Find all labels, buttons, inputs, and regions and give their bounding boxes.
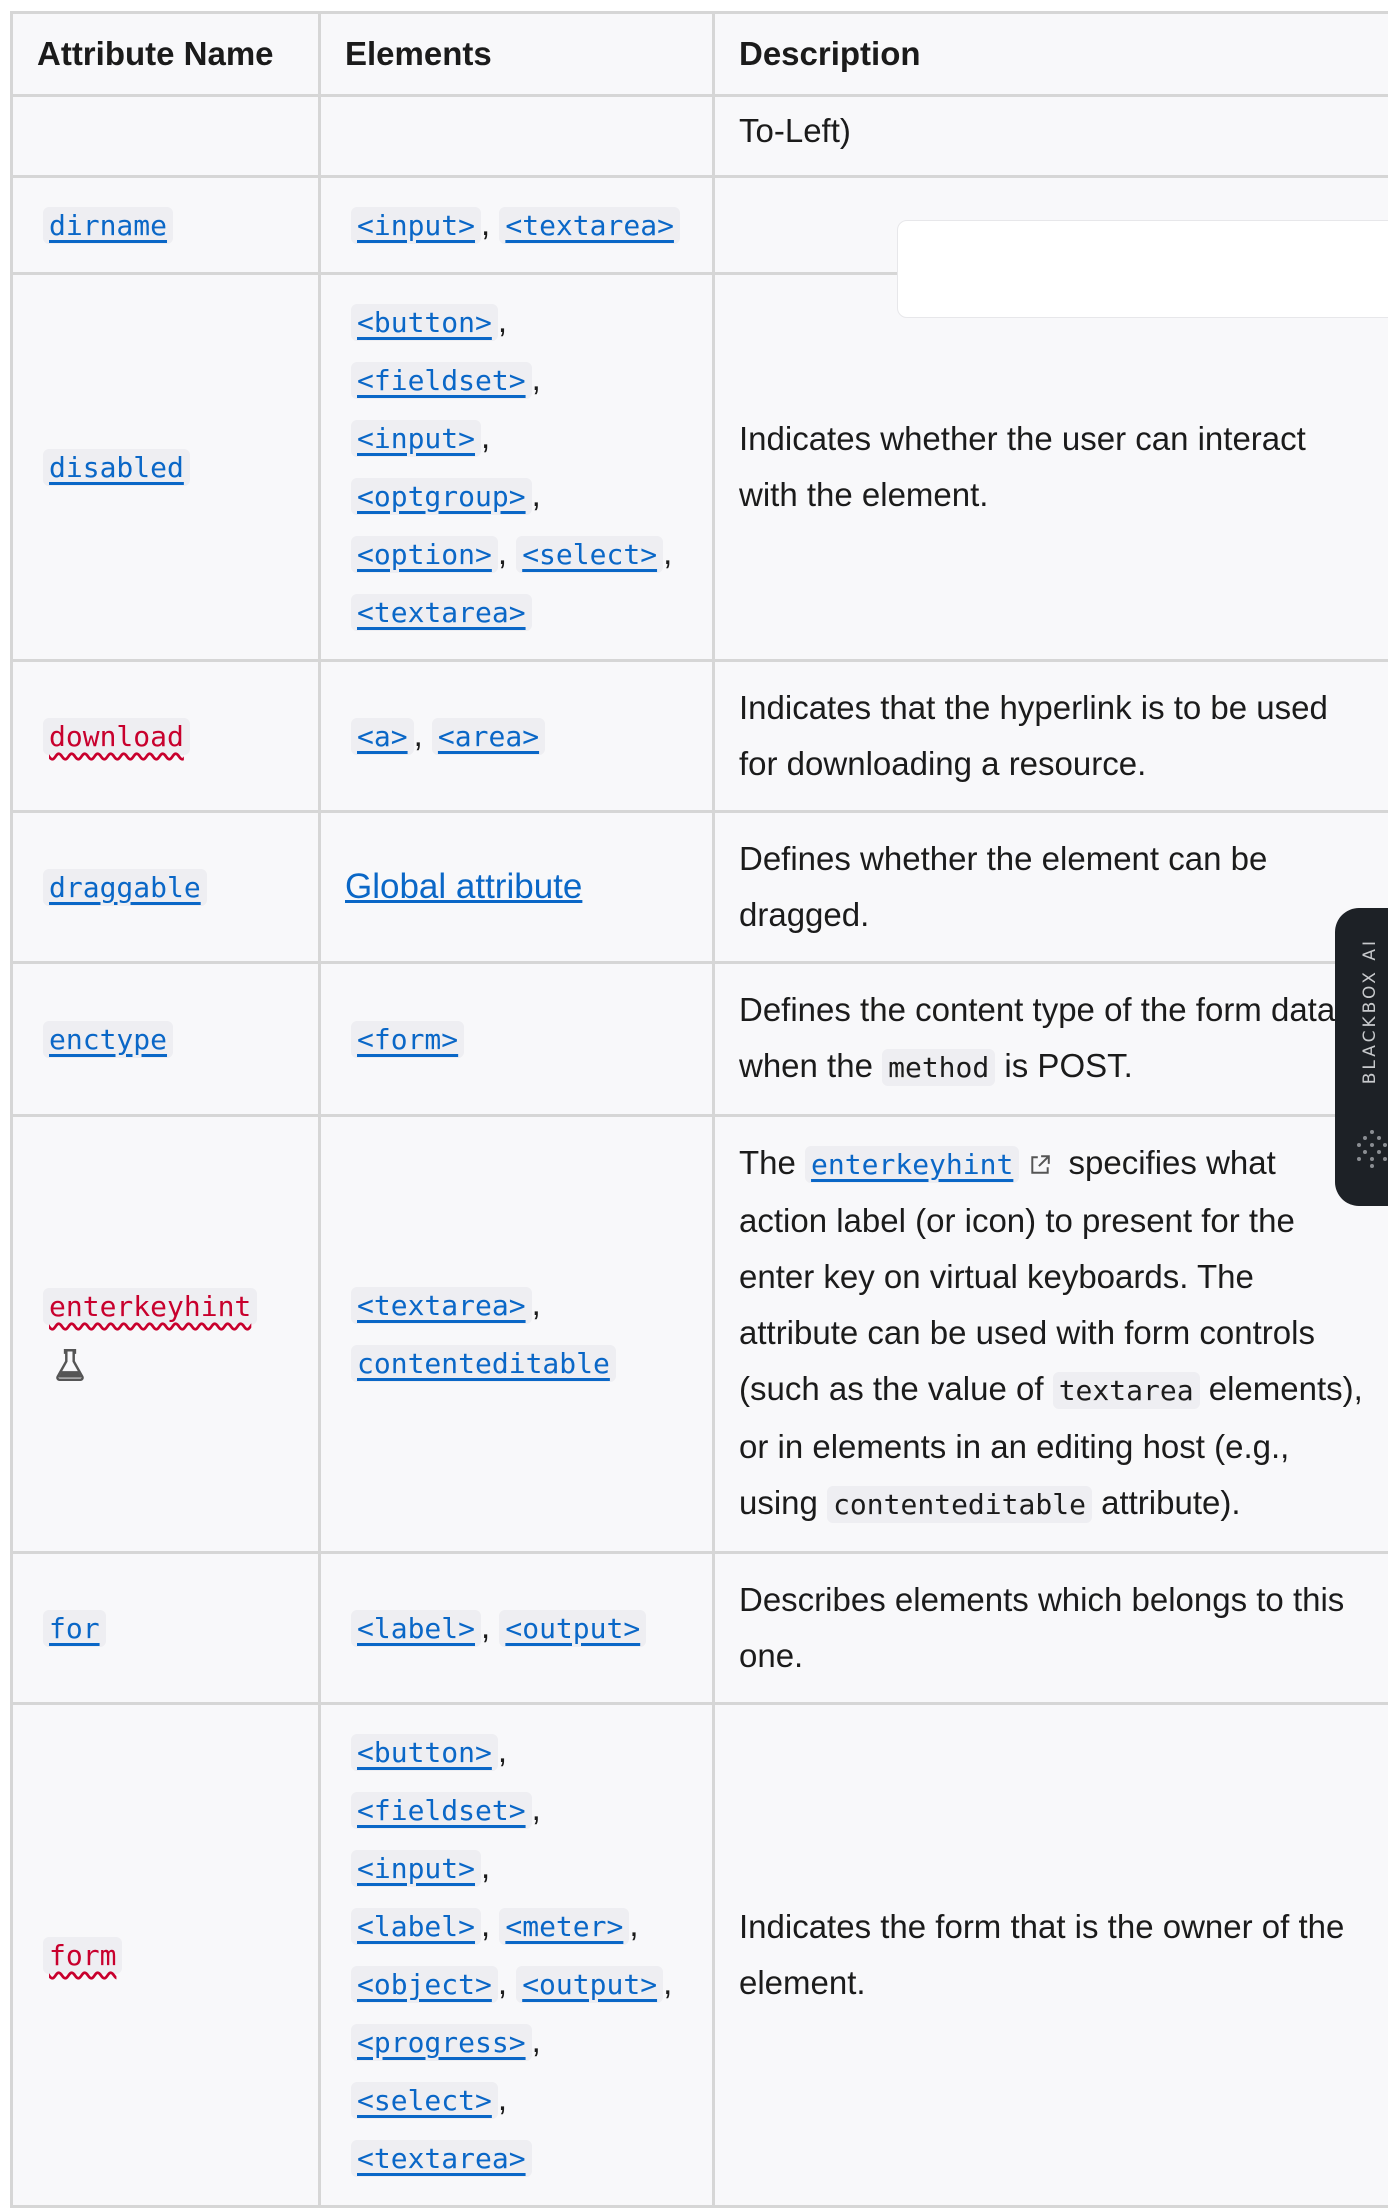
table-row: for <label>, <output> Describes elements…	[12, 1553, 1388, 1704]
element-link[interactable]: <textarea>	[351, 1285, 532, 1322]
elements-cell: <button>, <fieldset>, <input>, <label>, …	[320, 1704, 714, 2207]
attributes-table-wrapper: Attribute Name Elements Description To-L…	[10, 11, 1388, 2208]
attr-name-download: download	[43, 716, 190, 753]
elements-cell: <button>, <fieldset>, <input>, <optgroup…	[320, 274, 714, 661]
enterkeyhint-external-link[interactable]: enterkeyhint	[805, 1144, 1019, 1181]
header-elements: Elements	[320, 13, 714, 96]
element-link[interactable]: <label>	[351, 1906, 481, 1943]
elements-cell: <label>, <output>	[320, 1553, 714, 1704]
blackbox-logo-icon	[1355, 1126, 1388, 1170]
continuation-text: To-Left)	[739, 112, 851, 149]
attr-cell: enterkeyhint	[12, 1116, 320, 1553]
inline-code: contenteditable	[827, 1486, 1092, 1523]
attr-cell: draggable	[12, 812, 320, 963]
elements-cell: <form>	[320, 963, 714, 1116]
element-link[interactable]: <form>	[351, 1019, 464, 1056]
description-cell: The enterkeyhint specifies what action l…	[714, 1116, 1388, 1553]
attr-link-enctype[interactable]: enctype	[43, 1019, 173, 1056]
element-link[interactable]: <button>	[351, 302, 498, 339]
blackbox-ai-tab[interactable]: BLACKBOX AI	[1335, 908, 1388, 1206]
description-cell: To-Left)	[714, 96, 1388, 177]
table-row: form <button>, <fieldset>, <input>, <lab…	[12, 1704, 1388, 2207]
element-link[interactable]: <optgroup>	[351, 476, 532, 513]
element-link[interactable]: <input>	[351, 1848, 481, 1885]
table-row: enterkeyhint <textarea>, contenteditable…	[12, 1116, 1388, 1553]
element-link[interactable]: <label>	[351, 1608, 481, 1645]
attr-link-for[interactable]: for	[43, 1608, 106, 1645]
element-link[interactable]: <select>	[516, 534, 663, 571]
inline-code: method	[882, 1049, 995, 1086]
header-attribute-name: Attribute Name	[12, 13, 320, 96]
element-link[interactable]: <input>	[351, 205, 481, 242]
element-link[interactable]: <option>	[351, 534, 498, 571]
global-attribute-link[interactable]: Global attribute	[345, 867, 582, 906]
inline-code: textarea	[1053, 1372, 1200, 1409]
empty-popover	[897, 220, 1388, 318]
table-row: draggable Global attribute Defines wheth…	[12, 812, 1388, 963]
attr-cell: download	[12, 661, 320, 812]
element-link[interactable]: contenteditable	[351, 1343, 616, 1380]
table-row: To-Left)	[12, 96, 1388, 177]
attr-cell: enctype	[12, 963, 320, 1116]
element-link[interactable]: <progress>	[351, 2022, 532, 2059]
element-link[interactable]: <textarea>	[351, 592, 532, 629]
element-link[interactable]: <select>	[351, 2080, 498, 2117]
elements-cell: <a>, <area>	[320, 661, 714, 812]
description-cell: Indicates that the hyperlink is to be us…	[714, 661, 1388, 812]
element-link[interactable]: <a>	[351, 716, 414, 753]
element-link[interactable]: <fieldset>	[351, 1790, 532, 1827]
attr-cell: disabled	[12, 274, 320, 661]
element-link[interactable]: <textarea>	[499, 205, 680, 242]
table-row: enctype <form> Defines the content type …	[12, 963, 1388, 1116]
description-cell: Indicates whether the user can interact …	[714, 274, 1388, 661]
attr-cell: for	[12, 1553, 320, 1704]
table-row: disabled <button>, <fieldset>, <input>, …	[12, 274, 1388, 661]
elements-cell: <input>, <textarea>	[320, 177, 714, 274]
description-cell: Indicates the form that is the owner of …	[714, 1704, 1388, 2207]
table-row: download <a>, <area> Indicates that the …	[12, 661, 1388, 812]
description-cell: Defines whether the element can be dragg…	[714, 812, 1388, 963]
attr-link-dirname[interactable]: dirname	[43, 205, 173, 242]
element-link[interactable]: <object>	[351, 1964, 498, 2001]
element-link[interactable]: <textarea>	[351, 2138, 532, 2175]
elements-cell: <textarea>, contenteditable	[320, 1116, 714, 1553]
description-cell: Describes elements which belongs to this…	[714, 1553, 1388, 1704]
header-description: Description	[714, 13, 1388, 96]
element-link[interactable]: <meter>	[499, 1906, 629, 1943]
blackbox-ai-label: BLACKBOX AI	[1360, 938, 1380, 1084]
attr-name-enterkeyhint: enterkeyhint	[43, 1286, 257, 1323]
element-link[interactable]: <area>	[432, 716, 545, 753]
attr-cell	[12, 96, 320, 177]
attr-link-draggable[interactable]: draggable	[43, 867, 207, 904]
flask-icon	[55, 1349, 85, 1381]
attr-link-disabled[interactable]: disabled	[43, 447, 190, 484]
elements-cell: Global attribute	[320, 812, 714, 963]
element-link[interactable]: <button>	[351, 1732, 498, 1769]
attributes-table: Attribute Name Elements Description To-L…	[10, 11, 1388, 2208]
attr-cell: dirname	[12, 177, 320, 274]
element-link[interactable]: <fieldset>	[351, 360, 532, 397]
element-link[interactable]: <output>	[516, 1964, 663, 2001]
external-link-icon	[1029, 1154, 1051, 1176]
elements-cell	[320, 96, 714, 177]
element-link[interactable]: <input>	[351, 418, 481, 455]
element-link[interactable]: <output>	[499, 1608, 646, 1645]
table-header-row: Attribute Name Elements Description	[12, 13, 1388, 96]
attr-cell: form	[12, 1704, 320, 2207]
attr-name-form: form	[43, 1935, 122, 1972]
description-cell: Defines the content type of the form dat…	[714, 963, 1388, 1116]
